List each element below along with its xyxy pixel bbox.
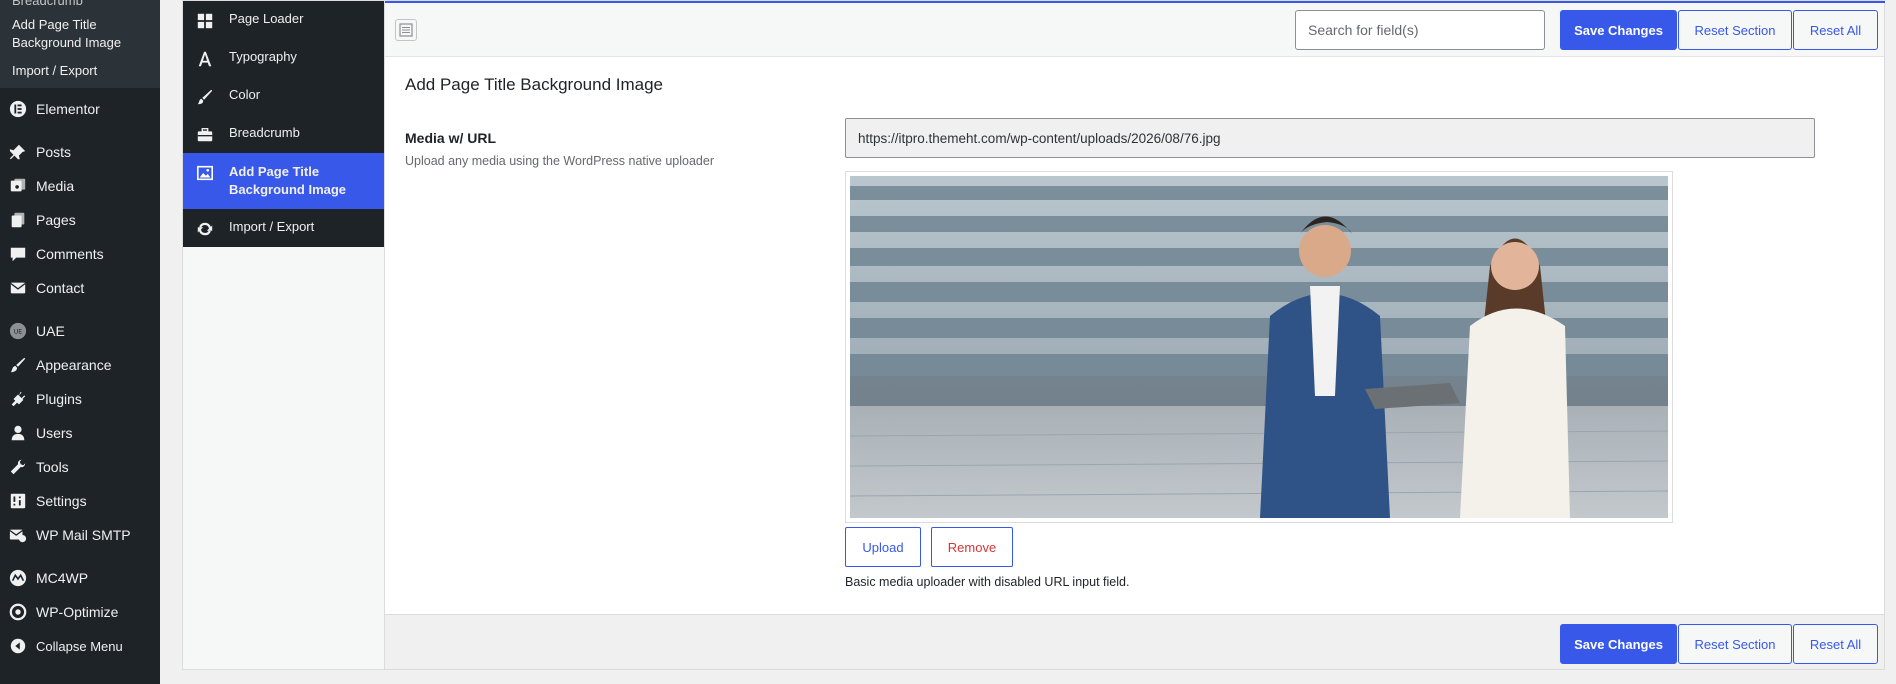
menu-item-elementor[interactable]: Elementor: [0, 92, 160, 126]
admin-submenu: Breadcrumb Add Page Title Background Ima…: [0, 0, 160, 88]
subnav-label: Page Loader: [229, 11, 304, 26]
menu-label: Media: [36, 178, 75, 194]
menu-item-contact[interactable]: Contact: [0, 271, 160, 305]
search-fields-input[interactable]: [1295, 10, 1545, 50]
save-changes-button[interactable]: Save Changes: [1560, 10, 1677, 50]
menu-item-users[interactable]: Users: [0, 416, 160, 450]
subnav-item-import-export[interactable]: Import / Export: [183, 209, 384, 247]
reset-section-button[interactable]: Reset Section: [1678, 10, 1792, 50]
field-description: Upload any media using the WordPress nat…: [405, 154, 714, 168]
menu-item-mc4wp[interactable]: MC4WP: [0, 561, 160, 595]
pin-icon: [8, 142, 28, 162]
media-preview-image: [850, 176, 1668, 518]
admin-sidebar: Breadcrumb Add Page Title Background Ima…: [0, 0, 160, 684]
subnav-item-breadcrumb[interactable]: Breadcrumb: [183, 115, 384, 153]
subnav-label: Typography: [229, 49, 297, 64]
menu-label: Settings: [36, 493, 87, 509]
uae-icon: UE: [8, 321, 28, 341]
media-preview-frame: [845, 171, 1673, 523]
typography-icon: [195, 49, 215, 69]
menu-label: Appearance: [36, 357, 112, 373]
options-subnav: Page Loader Typography Color Breadcrumb …: [183, 1, 385, 669]
subnav-item-color[interactable]: Color: [183, 77, 384, 115]
subnav-label: Breadcrumb: [229, 125, 300, 140]
menu-label: Collapse Menu: [36, 638, 123, 654]
menu-label: Plugins: [36, 391, 82, 407]
collapse-icon: [8, 636, 28, 656]
menu-item-settings[interactable]: Settings: [0, 484, 160, 518]
subnav-item-typography[interactable]: Typography: [183, 39, 384, 77]
subnav-item-page-title-bg[interactable]: Add Page Title Background Image: [183, 153, 384, 209]
media-url-input: https://itpro.themeht.com/wp-content/upl…: [845, 118, 1815, 158]
menu-item-pages[interactable]: Pages: [0, 203, 160, 237]
options-footer: Save Changes Reset Section Reset All: [385, 614, 1884, 669]
pages-icon: [8, 210, 28, 230]
submenu-item-breadcrumb[interactable]: Breadcrumb: [0, 0, 160, 8]
menu-item-comments[interactable]: Comments: [0, 237, 160, 271]
briefcase-icon: [195, 125, 215, 145]
plug-icon: [8, 389, 28, 409]
menu-item-wp-optimize[interactable]: WP-Optimize: [0, 595, 160, 629]
subnav-item-page-loader[interactable]: Page Loader: [183, 1, 384, 39]
optimize-icon: [8, 602, 28, 622]
menu-label: Users: [36, 425, 73, 441]
mail-smtp-icon: [8, 525, 28, 545]
brush-icon: [195, 87, 215, 107]
settings-icon: [8, 491, 28, 511]
menu-label: Posts: [36, 144, 72, 160]
brush-icon: [8, 355, 28, 375]
subnav-label: Import / Export: [229, 219, 315, 234]
footer-save-changes-button[interactable]: Save Changes: [1560, 624, 1677, 664]
reset-all-button[interactable]: Reset All: [1793, 10, 1878, 50]
wrench-icon: [8, 457, 28, 477]
options-panel: Page Loader Typography Color Breadcrumb …: [182, 0, 1885, 670]
menu-label: Contact: [36, 280, 85, 296]
menu-item-appearance[interactable]: Appearance: [0, 348, 160, 382]
upload-button[interactable]: Upload: [845, 527, 921, 567]
menu-label: UAE: [36, 323, 65, 339]
menu-label: WP Mail SMTP: [36, 527, 131, 543]
menu-label: Tools: [36, 459, 69, 475]
menu-item-posts[interactable]: Posts: [0, 135, 160, 169]
collapse-menu-button[interactable]: Collapse Menu: [0, 629, 160, 663]
field-note: Basic media uploader with disabled URL i…: [845, 575, 1130, 589]
section-title: Add Page Title Background Image: [405, 75, 663, 94]
grid-icon: [195, 11, 215, 31]
expand-options-button[interactable]: [395, 19, 417, 41]
menu-item-uae[interactable]: UE UAE: [0, 314, 160, 348]
section-content: Add Page Title Background Image Media w/…: [385, 58, 1884, 614]
footer-reset-all-button[interactable]: Reset All: [1793, 624, 1878, 664]
footer-reset-section-button[interactable]: Reset Section: [1678, 624, 1792, 664]
envelope-icon: [8, 278, 28, 298]
menu-label: Comments: [36, 246, 104, 262]
submenu-item-import-export[interactable]: Import / Export: [0, 62, 160, 80]
menu-item-plugins[interactable]: Plugins: [0, 382, 160, 416]
menu-item-media[interactable]: Media: [0, 169, 160, 203]
menu-item-wp-mail-smtp[interactable]: WP Mail SMTP: [0, 518, 160, 552]
subnav-label: Color: [229, 87, 261, 102]
refresh-icon: [195, 219, 215, 239]
menu-label: MC4WP: [36, 570, 89, 586]
menu-label: Elementor: [36, 101, 100, 117]
submenu-item-page-title-bg[interactable]: Add Page Title Background Image: [0, 16, 160, 52]
comment-icon: [8, 244, 28, 264]
field-title: Media w/ URL: [405, 130, 497, 146]
mc4wp-icon: [8, 568, 28, 588]
user-icon: [8, 423, 28, 443]
subnav-label: Add Page Title Background Image: [229, 164, 347, 197]
image-icon: [195, 163, 215, 183]
menu-label: WP-Optimize: [36, 604, 119, 620]
menu-label: Pages: [36, 212, 76, 228]
media-icon: [8, 176, 28, 196]
list-icon: [399, 23, 413, 37]
remove-button[interactable]: Remove: [931, 527, 1013, 567]
menu-item-tools[interactable]: Tools: [0, 450, 160, 484]
options-toolbar: Save Changes Reset Section Reset All: [385, 3, 1884, 57]
elementor-icon: [8, 99, 28, 119]
svg-text:UE: UE: [14, 329, 23, 336]
